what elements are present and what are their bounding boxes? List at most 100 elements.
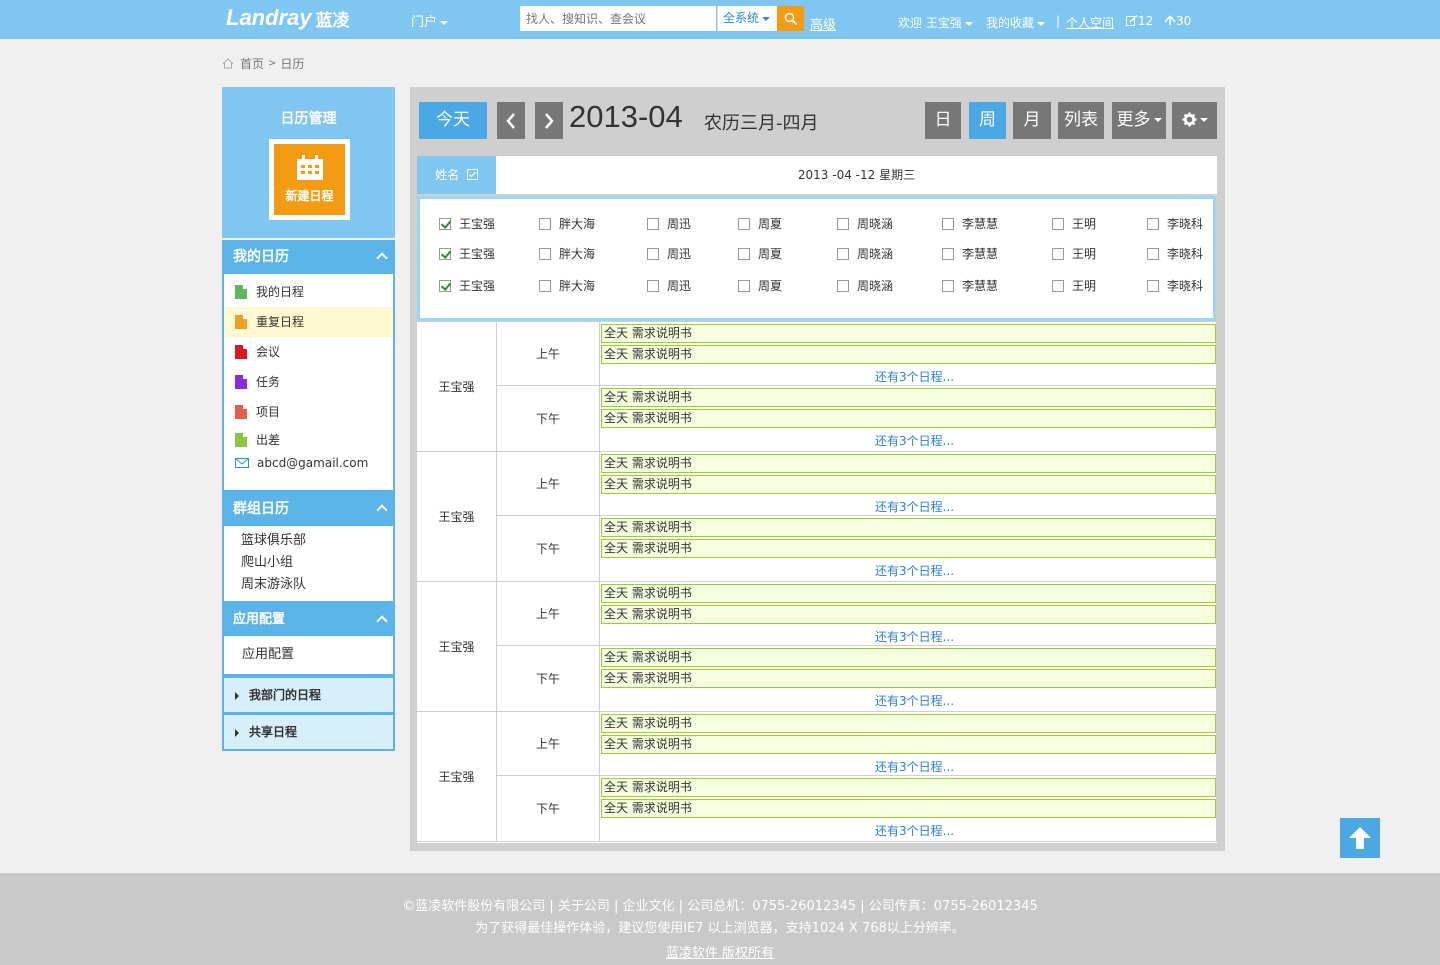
event-item[interactable]: 全天 需求说明书 xyxy=(601,345,1216,364)
person-checkbox[interactable]: 周夏 xyxy=(738,277,782,294)
sidebar-item-my-schedule[interactable]: 我的日程 xyxy=(224,277,393,307)
search-button[interactable] xyxy=(777,6,804,31)
more-events-link[interactable]: 还有3个日程... xyxy=(875,432,954,449)
sidebar-item-meeting[interactable]: 会议 xyxy=(224,337,393,367)
person-name: 胖大海 xyxy=(559,217,596,231)
more-events-link[interactable]: 还有3个日程... xyxy=(875,758,954,775)
person-checkbox[interactable]: 王明 xyxy=(1052,277,1096,294)
next-button[interactable] xyxy=(535,102,563,139)
person-checkbox[interactable]: 周迅 xyxy=(647,245,691,262)
edit-count[interactable]: 12 xyxy=(1126,14,1153,28)
person-checkbox[interactable]: 李晓科 xyxy=(1147,277,1203,294)
person-checkbox[interactable]: 王宝强 xyxy=(439,245,495,262)
person-checkbox[interactable]: 周迅 xyxy=(647,277,691,294)
group-item-basketball[interactable]: 篮球俱乐部 xyxy=(224,530,393,552)
group-item-swimming[interactable]: 周末游泳队 xyxy=(224,574,393,596)
app-config-item[interactable]: 应用配置 xyxy=(242,647,294,662)
favorites-menu[interactable]: 我的收藏 xyxy=(986,14,1046,31)
user-menu[interactable]: 欢迎 王宝强 xyxy=(898,14,973,31)
sidebar-item-email[interactable]: abcd@gamail.com xyxy=(224,453,393,473)
event-item[interactable]: 全天 需求说明书 xyxy=(601,799,1216,818)
group-calendar-header[interactable]: 群组日历 xyxy=(222,492,395,526)
my-calendar-header[interactable]: 我的日历 xyxy=(222,240,395,274)
more-events-link[interactable]: 还有3个日程... xyxy=(875,562,954,579)
today-button[interactable]: 今天 xyxy=(419,102,487,139)
person-checkbox[interactable]: 胖大海 xyxy=(539,215,595,232)
event-item[interactable]: 全天 需求说明书 xyxy=(601,388,1216,407)
person-checkbox[interactable]: 胖大海 xyxy=(539,245,595,262)
person-checkbox[interactable]: 胖大海 xyxy=(539,277,595,294)
favorites-label: 我的收藏 xyxy=(986,16,1035,30)
dept-schedule-row[interactable]: 我部门的日程 xyxy=(222,676,395,714)
person-checkbox[interactable]: 李慧慧 xyxy=(942,215,998,232)
person-checkbox[interactable]: 李晓科 xyxy=(1147,245,1203,262)
event-item[interactable]: 全天 需求说明书 xyxy=(601,648,1216,667)
view-month-button[interactable]: 月 xyxy=(1013,102,1051,139)
shared-schedule-row[interactable]: 共享日程 xyxy=(222,713,395,751)
event-item[interactable]: 全天 需求说明书 xyxy=(601,475,1216,494)
person-name: 周晓涵 xyxy=(857,247,894,261)
personal-space-link[interactable]: 个人空间 xyxy=(1066,14,1114,31)
person-checkbox[interactable]: 李慧慧 xyxy=(942,245,998,262)
search-input[interactable] xyxy=(520,6,716,31)
event-item[interactable]: 全天 需求说明书 xyxy=(601,324,1216,343)
breadcrumb-home[interactable]: 首页 xyxy=(240,55,264,72)
prev-button[interactable] xyxy=(497,102,525,139)
person-checkbox[interactable]: 王宝强 xyxy=(439,277,495,294)
event-item[interactable]: 全天 需求说明书 xyxy=(601,605,1216,624)
event-item[interactable]: 全天 需求说明书 xyxy=(601,539,1216,558)
person-checkbox[interactable]: 王明 xyxy=(1052,245,1096,262)
upload-count[interactable]: 30 xyxy=(1164,14,1191,28)
logo[interactable]: Landray 蓝凌 xyxy=(226,4,350,32)
file-icon xyxy=(235,345,247,359)
more-button[interactable]: 更多 xyxy=(1112,102,1166,139)
person-checkbox[interactable]: 周晓涵 xyxy=(837,215,893,232)
settings-button[interactable] xyxy=(1172,102,1217,139)
person-name: 周迅 xyxy=(667,279,692,293)
person-name: 周晓涵 xyxy=(857,279,894,293)
person-checkbox[interactable]: 李晓科 xyxy=(1147,215,1203,232)
event-item[interactable]: 全天 需求说明书 xyxy=(601,735,1216,754)
person-checkbox[interactable]: 周迅 xyxy=(647,215,691,232)
chevron-left-icon xyxy=(506,112,515,129)
back-to-top-button[interactable] xyxy=(1340,818,1380,858)
advanced-search-link[interactable]: 高级 xyxy=(810,14,836,33)
person-name: 李晓科 xyxy=(1167,217,1204,231)
event-item[interactable]: 全天 需求说明书 xyxy=(601,454,1216,473)
event-item[interactable]: 全天 需求说明书 xyxy=(601,778,1216,797)
more-events-link[interactable]: 还有3个日程... xyxy=(875,368,954,385)
sidebar-item-repeat-schedule[interactable]: 重复日程 xyxy=(224,307,393,337)
event-item[interactable]: 全天 需求说明书 xyxy=(601,714,1216,733)
more-events-link[interactable]: 还有3个日程... xyxy=(875,692,954,709)
person-checkbox[interactable]: 王明 xyxy=(1052,215,1096,232)
more-events-link[interactable]: 还有3个日程... xyxy=(875,822,954,839)
sidebar-item-business-trip[interactable]: 出差 xyxy=(224,427,393,453)
more-events-link[interactable]: 还有3个日程... xyxy=(875,628,954,645)
search-scope-select[interactable]: 全系统 xyxy=(717,6,777,31)
person-checkbox[interactable]: 王宝强 xyxy=(439,215,495,232)
event-item[interactable]: 全天 需求说明书 xyxy=(601,669,1216,688)
portal-menu[interactable]: 门户 xyxy=(411,11,449,30)
sidebar-item-task[interactable]: 任务 xyxy=(224,367,393,397)
event-item[interactable]: 全天 需求说明书 xyxy=(601,518,1216,537)
chevron-down-icon xyxy=(1037,21,1046,26)
app-config-header[interactable]: 应用配置 xyxy=(222,603,395,636)
view-week-button[interactable]: 周 xyxy=(969,102,1006,139)
person-checkbox[interactable]: 周夏 xyxy=(738,215,782,232)
person-checkbox[interactable]: 周晓涵 xyxy=(837,245,893,262)
footer-copyright[interactable]: 蓝凌软件 版权所有 xyxy=(0,942,1440,961)
event-item[interactable]: 全天 需求说明书 xyxy=(601,409,1216,428)
person-checkbox[interactable]: 周夏 xyxy=(738,245,782,262)
calendar-icon xyxy=(296,155,323,180)
view-day-button[interactable]: 日 xyxy=(925,102,961,139)
name-column-header[interactable]: 姓名 xyxy=(417,156,496,194)
more-events-link[interactable]: 还有3个日程... xyxy=(875,498,954,515)
new-schedule-button[interactable]: 新建日程 xyxy=(269,139,350,220)
event-item[interactable]: 全天 需求说明书 xyxy=(601,584,1216,603)
breadcrumb: 首页 > 日历 xyxy=(222,55,304,72)
sidebar-item-project[interactable]: 项目 xyxy=(224,397,393,427)
view-list-button[interactable]: 列表 xyxy=(1058,102,1104,139)
person-checkbox[interactable]: 周晓涵 xyxy=(837,277,893,294)
person-checkbox[interactable]: 李慧慧 xyxy=(942,277,998,294)
group-item-hiking[interactable]: 爬山小组 xyxy=(224,552,393,574)
